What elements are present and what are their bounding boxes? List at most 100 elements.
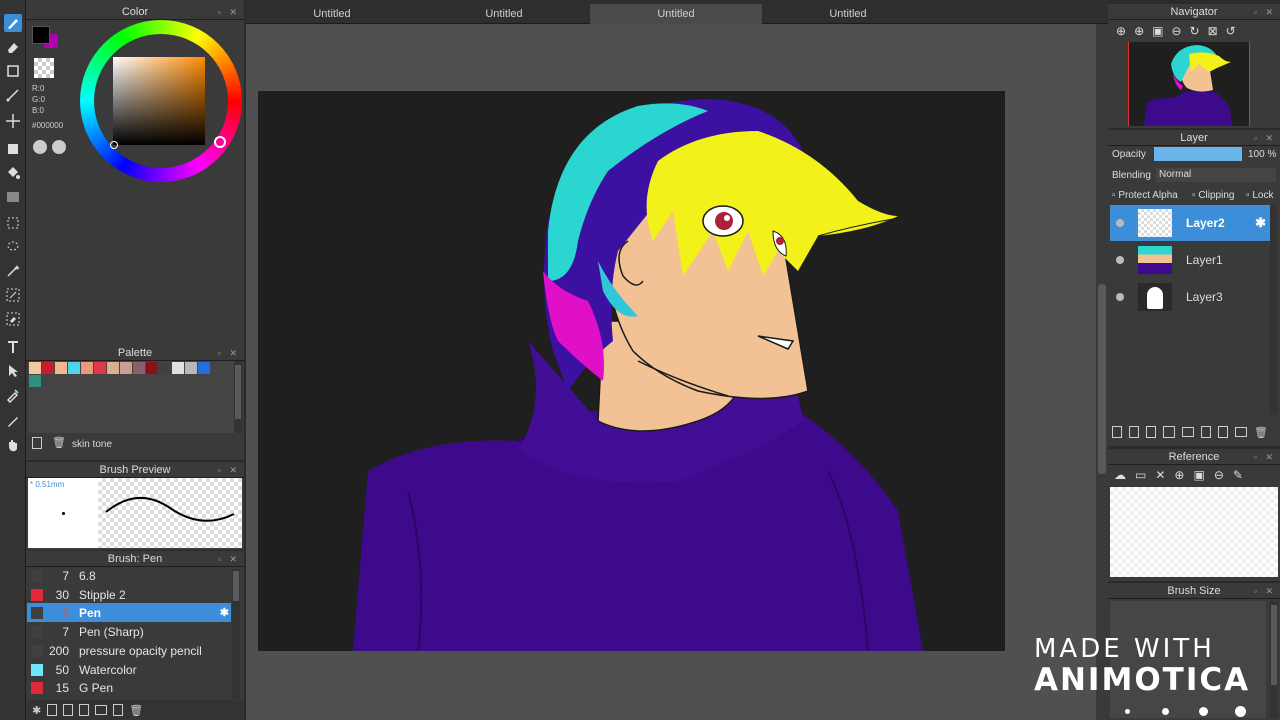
palette-swatch[interactable]	[29, 375, 41, 387]
palette-swatch[interactable]	[185, 362, 197, 374]
palette-swatch[interactable]	[120, 362, 132, 374]
saturation-value-square[interactable]	[113, 57, 205, 145]
gradient-tool[interactable]	[4, 188, 22, 206]
gear-icon[interactable]: ✱	[32, 704, 41, 717]
layer-scrollbar[interactable]	[1270, 205, 1278, 415]
delete-palette-icon[interactable]: 🗑	[52, 437, 66, 449]
panel-controls-icon[interactable]: ▫ ✕	[218, 4, 240, 20]
eyedropper-icon[interactable]: ✎	[1233, 468, 1243, 482]
brush-item-selected[interactable]: 7 Pen ✱	[27, 603, 231, 622]
fill-rect-tool[interactable]	[4, 140, 22, 158]
reference-image-area[interactable]	[1110, 487, 1278, 577]
brush-size-dot-small[interactable]	[1125, 709, 1130, 714]
palette-swatch[interactable]	[146, 362, 158, 374]
blending-select[interactable]: Normal	[1156, 168, 1276, 182]
opacity-slider[interactable]	[1154, 147, 1242, 161]
layer-row-layer2[interactable]: Layer2 ✱	[1110, 205, 1270, 241]
color-settings-icon[interactable]	[52, 140, 66, 154]
canvas-scrollbar[interactable]	[1096, 24, 1108, 720]
zoom-in-icon[interactable]: ⊕	[1116, 24, 1126, 38]
tab-untitled-3[interactable]: Untitled	[590, 4, 762, 24]
visibility-icon[interactable]	[1116, 293, 1124, 301]
bucket-tool[interactable]	[4, 164, 22, 182]
zoom-out-icon[interactable]: ⊖	[1214, 468, 1224, 482]
duplicate-icon[interactable]	[113, 704, 124, 716]
sv-selector[interactable]	[110, 141, 118, 149]
tab-untitled-2[interactable]: Untitled	[418, 4, 590, 24]
new-brush-icon[interactable]	[47, 704, 58, 716]
tab-untitled-4[interactable]: Untitled	[762, 4, 934, 24]
close-icon[interactable]: ✕	[1155, 468, 1165, 482]
brush-item[interactable]: 7 Pen (Sharp)	[27, 622, 231, 641]
gear-icon[interactable]: ✱	[1255, 215, 1266, 231]
add-icon[interactable]	[1163, 426, 1175, 438]
panel-controls-icon[interactable]: ▫ ✕	[1254, 4, 1276, 20]
new-layer-icon[interactable]	[1112, 426, 1122, 438]
lock-checkbox[interactable]: ▫ Lock	[1246, 190, 1273, 201]
layer-row-layer3[interactable]: Layer3	[1110, 279, 1270, 315]
rectangle-tool[interactable]	[4, 62, 22, 80]
brush-item[interactable]: 15 G Pen	[27, 678, 231, 697]
palette-swatch[interactable]	[68, 362, 80, 374]
palette-swatch[interactable]	[94, 362, 106, 374]
eraser-tool[interactable]	[4, 38, 22, 56]
folder-icon[interactable]	[1182, 427, 1194, 437]
hue-selector[interactable]	[214, 136, 226, 148]
folder-icon[interactable]	[95, 705, 108, 715]
lasso-tool[interactable]	[4, 238, 22, 256]
zoom-in-icon[interactable]: ⊕	[1174, 468, 1184, 482]
transparent-swatch[interactable]	[34, 58, 54, 78]
eyedropper-tool[interactable]	[4, 386, 22, 404]
palette-swatch[interactable]	[81, 362, 93, 374]
fit-icon[interactable]: ▣	[1193, 468, 1204, 482]
tab-untitled-1[interactable]: Untitled	[246, 4, 418, 24]
panel-controls-icon[interactable]: ▫ ✕	[1254, 583, 1276, 599]
new-palette-icon[interactable]	[32, 437, 42, 449]
brush-size-dot-medium[interactable]	[1162, 708, 1169, 715]
rotate-icon[interactable]: ↻	[1190, 24, 1200, 38]
menu-icon[interactable]	[1235, 427, 1247, 437]
line-tool[interactable]	[4, 86, 22, 104]
select-pen-tool[interactable]	[4, 286, 22, 304]
palette-swatch[interactable]	[107, 362, 119, 374]
operation-tool[interactable]	[4, 362, 22, 380]
new-layer-alt-icon[interactable]	[1129, 426, 1139, 438]
folder-open-icon[interactable]: ▭	[1135, 468, 1146, 482]
protect-alpha-checkbox[interactable]: ▫ Protect Alpha	[1112, 190, 1178, 201]
palette-scrollbar[interactable]	[234, 361, 242, 433]
palette-swatch[interactable]	[198, 362, 210, 374]
palette-swatch[interactable]	[159, 362, 171, 374]
import-layer-icon[interactable]	[1146, 426, 1156, 438]
brush-size-dot-large[interactable]	[1199, 707, 1208, 716]
navigator-thumbnail[interactable]	[1128, 42, 1250, 126]
move-tool[interactable]	[4, 112, 22, 130]
brush-item[interactable]: 50 Watercolor	[27, 660, 231, 679]
reset-icon[interactable]: ⊠	[1208, 24, 1218, 38]
brush-list-scrollbar[interactable]	[232, 569, 240, 699]
brush-size-dot-xlarge[interactable]	[1235, 706, 1246, 717]
rotate-right-icon[interactable]: ↺	[1226, 24, 1236, 38]
brush-item[interactable]: 30 Stipple 2	[27, 585, 231, 604]
zoom-in-alt-icon[interactable]: ⊕	[1134, 24, 1144, 38]
copy-brush-icon[interactable]	[63, 704, 74, 716]
panel-controls-icon[interactable]: ▫ ✕	[1254, 130, 1276, 146]
brush-size-scrollbar[interactable]	[1270, 601, 1278, 718]
document-icon[interactable]	[79, 704, 90, 716]
clipping-checkbox[interactable]: ▫ Clipping	[1192, 190, 1234, 201]
panel-controls-icon[interactable]: ▫ ✕	[218, 462, 240, 478]
palette-swatch[interactable]	[133, 362, 145, 374]
select-eraser-tool[interactable]	[4, 310, 22, 328]
merge-icon[interactable]	[1201, 426, 1211, 438]
brush-item[interactable]: 200 pressure opacity pencil	[27, 641, 231, 660]
fit-icon[interactable]: ▣	[1152, 24, 1163, 38]
pen-tool[interactable]	[4, 412, 22, 430]
text-tool[interactable]	[4, 338, 22, 356]
gear-icon[interactable]: ✱	[220, 606, 229, 619]
palette-swatch[interactable]	[29, 362, 41, 374]
palette-swatch[interactable]	[55, 362, 67, 374]
hand-tool[interactable]	[4, 436, 22, 454]
magic-wand-tool[interactable]	[4, 262, 22, 280]
cloud-icon[interactable]: ☁	[1114, 468, 1126, 482]
brush-tool[interactable]	[4, 14, 22, 32]
artwork-canvas[interactable]	[258, 91, 1005, 651]
